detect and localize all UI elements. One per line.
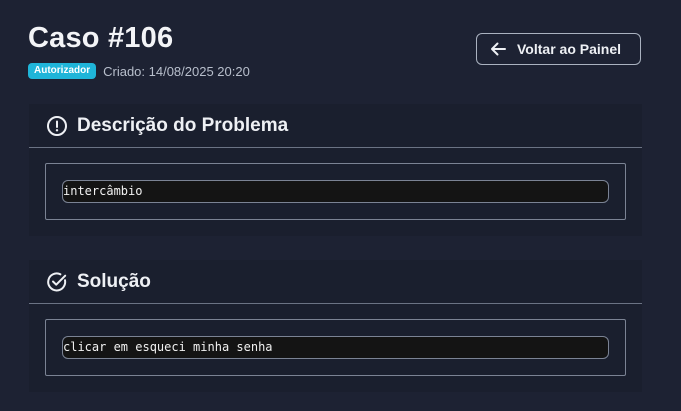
problem-description-section: Descrição do Problema intercâmbio bbox=[29, 104, 642, 236]
problem-section-title: Descrição do Problema bbox=[77, 114, 289, 136]
back-to-dashboard-button[interactable]: Voltar ao Painel bbox=[476, 33, 641, 65]
page-title: Caso #106 bbox=[28, 22, 174, 54]
status-badge: Autorizador bbox=[28, 63, 97, 79]
solution-section-header: Solução bbox=[29, 260, 642, 304]
problem-description-field[interactable]: intercâmbio bbox=[62, 180, 609, 203]
solution-section-title: Solução bbox=[77, 270, 151, 292]
problem-section-header: Descrição do Problema bbox=[29, 104, 642, 148]
arrow-left-icon bbox=[488, 39, 508, 59]
problem-field-container: intercâmbio bbox=[45, 163, 626, 220]
alert-circle-icon bbox=[46, 115, 68, 137]
solution-section: Solução clicar em esqueci minha senha bbox=[29, 260, 642, 392]
created-timestamp: Criado: 14/08/2025 20:20 bbox=[103, 63, 250, 79]
solution-field-container: clicar em esqueci minha senha bbox=[45, 319, 626, 376]
back-button-label: Voltar ao Painel bbox=[517, 41, 621, 57]
check-circle-icon bbox=[46, 271, 68, 293]
solution-field[interactable]: clicar em esqueci minha senha bbox=[62, 336, 609, 359]
case-meta: Autorizador Criado: 14/08/2025 20:20 bbox=[28, 62, 250, 80]
